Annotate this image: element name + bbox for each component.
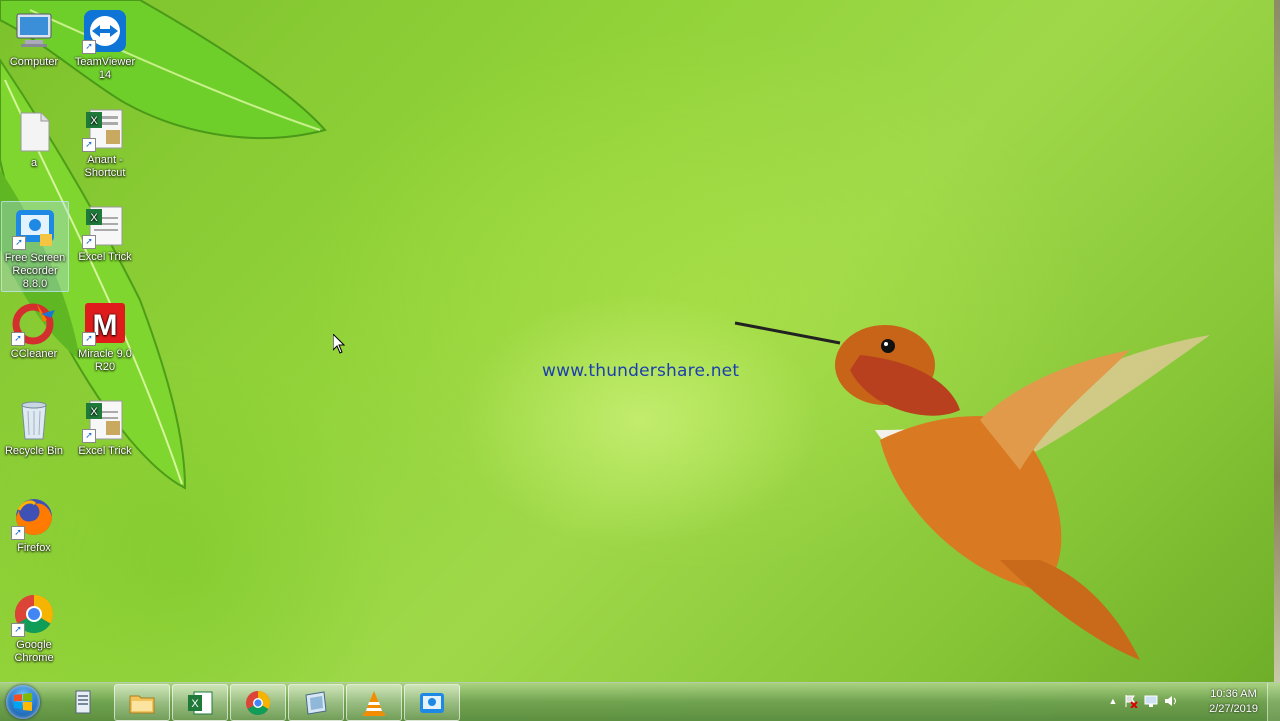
show-desktop-button[interactable]	[1267, 683, 1280, 721]
taskbar-chrome-button[interactable]	[230, 684, 286, 721]
desktop-icon-label: Google Chrome	[14, 639, 54, 664]
taskbar-vlc-button[interactable]	[346, 684, 402, 721]
shortcut-arrow-icon: ➚	[82, 332, 96, 346]
excel-icon: X	[188, 691, 213, 715]
screen-recorder-icon	[420, 693, 444, 713]
taskbar-generic-app-button[interactable]	[288, 684, 344, 721]
clock-date: 2/27/2019	[1209, 703, 1258, 715]
shortcut-arrow-icon: ➚	[82, 138, 96, 152]
start-button[interactable]	[6, 685, 40, 719]
svg-text:X: X	[90, 212, 98, 224]
taskbar: X ▲ 10:36 AM 2/27/2019	[0, 682, 1280, 721]
desktop-icon-excel-trick-1[interactable]: X ➚ Excel Trick	[72, 201, 138, 264]
miracle-icon: M ➚	[82, 300, 128, 346]
desktop-icon-a[interactable]: a	[1, 107, 67, 170]
shortcut-arrow-icon: ➚	[11, 332, 25, 346]
desktop-icon-miracle[interactable]: M ➚ Miracle 9.0 R20	[72, 298, 138, 374]
taskbar-excel-button[interactable]: X	[172, 684, 228, 721]
ccleaner-icon: ➚	[11, 300, 57, 346]
svg-text:X: X	[191, 698, 199, 710]
network-icon[interactable]	[1144, 694, 1158, 708]
desktop-icon-label: Excel Trick	[78, 251, 132, 263]
shortcut-arrow-icon: ➚	[12, 236, 26, 250]
desktop[interactable]: Computer ➚ TeamViewer 14 a X ➚ Anant - S…	[0, 0, 1280, 682]
recycle-bin-icon	[11, 397, 57, 443]
desktop-icon-label: CCleaner	[10, 348, 58, 360]
svg-text:M: M	[93, 309, 118, 342]
computer-icon	[11, 8, 57, 54]
mouse-cursor-icon	[333, 334, 345, 354]
desktop-icon-label: TeamViewer 14	[74, 56, 136, 81]
desktop-icon-label: Excel Trick	[78, 445, 132, 457]
desktop-icon-label: Miracle 9.0 R20	[78, 348, 132, 373]
firefox-icon: ➚	[11, 494, 57, 540]
show-hidden-icons-chevron-icon[interactable]: ▲	[1106, 694, 1120, 708]
document-app-icon	[75, 690, 91, 714]
taskbar-explorer-button[interactable]	[114, 684, 170, 721]
shortcut-arrow-icon: ➚	[82, 235, 96, 249]
excel-file-icon: X ➚	[82, 203, 128, 249]
desktop-icon-teamviewer[interactable]: ➚ TeamViewer 14	[72, 6, 138, 82]
desktop-icon-anant-shortcut[interactable]: X ➚ Anant - Shortcut	[72, 104, 138, 180]
taskbar-taskmgr-button[interactable]	[56, 684, 110, 719]
shortcut-arrow-icon: ➚	[82, 40, 96, 54]
desktop-icon-label: Free Screen Recorder 8.8.0	[4, 252, 66, 290]
hummingbird-art	[734, 321, 1210, 660]
windows-logo-icon	[14, 693, 32, 711]
clock[interactable]: 10:36 AM 2/27/2019	[1209, 687, 1258, 717]
watermark-text: www.thundershare.net	[542, 361, 740, 381]
folder-icon	[129, 695, 155, 714]
shortcut-arrow-icon: ➚	[11, 623, 25, 637]
blank-file-icon	[11, 109, 57, 155]
shortcut-arrow-icon: ➚	[11, 526, 25, 540]
desktop-icon-label: Anant - Shortcut	[84, 154, 126, 179]
desktop-icon-label: a	[30, 157, 38, 169]
screen-recorder-icon: ➚	[12, 204, 58, 250]
excel-file-icon: X ➚	[82, 397, 128, 443]
desktop-icon-google-chrome[interactable]: ➚ Google Chrome	[1, 589, 67, 665]
action-center-flag-icon[interactable]	[1124, 694, 1138, 708]
chrome-icon	[246, 691, 271, 716]
desktop-icon-free-screen-recorder[interactable]: ➚ Free Screen Recorder 8.8.0	[1, 201, 69, 292]
svg-text:X: X	[90, 406, 98, 418]
system-tray: ▲ 10:36 AM 2/27/2019	[1100, 683, 1280, 721]
svg-text:X: X	[90, 115, 98, 127]
desktop-icon-label: Recycle Bin	[4, 445, 64, 457]
desktop-icon-firefox[interactable]: ➚ Firefox	[1, 492, 67, 555]
desktop-icon-computer[interactable]: Computer	[1, 6, 67, 69]
desktop-icon-label: Firefox	[17, 542, 51, 554]
desktop-icon-label: Computer	[9, 56, 59, 68]
desktop-icon-excel-trick-2[interactable]: X ➚ Excel Trick	[72, 395, 138, 458]
clock-time: 10:36 AM	[1210, 688, 1257, 700]
shortcut-arrow-icon: ➚	[82, 429, 96, 443]
volume-icon[interactable]	[1164, 694, 1178, 708]
chrome-icon: ➚	[11, 591, 57, 637]
vlc-icon	[363, 691, 385, 716]
taskbar-screen-recorder-button[interactable]	[404, 684, 460, 721]
window-app-icon	[305, 691, 327, 715]
window-edge	[1274, 0, 1280, 682]
excel-file-icon: X ➚	[82, 106, 128, 152]
desktop-icon-recycle-bin[interactable]: Recycle Bin	[1, 395, 67, 458]
teamviewer-icon: ➚	[82, 8, 128, 54]
desktop-icon-ccleaner[interactable]: ➚ CCleaner	[1, 298, 67, 361]
wallpaper	[0, 0, 1210, 660]
